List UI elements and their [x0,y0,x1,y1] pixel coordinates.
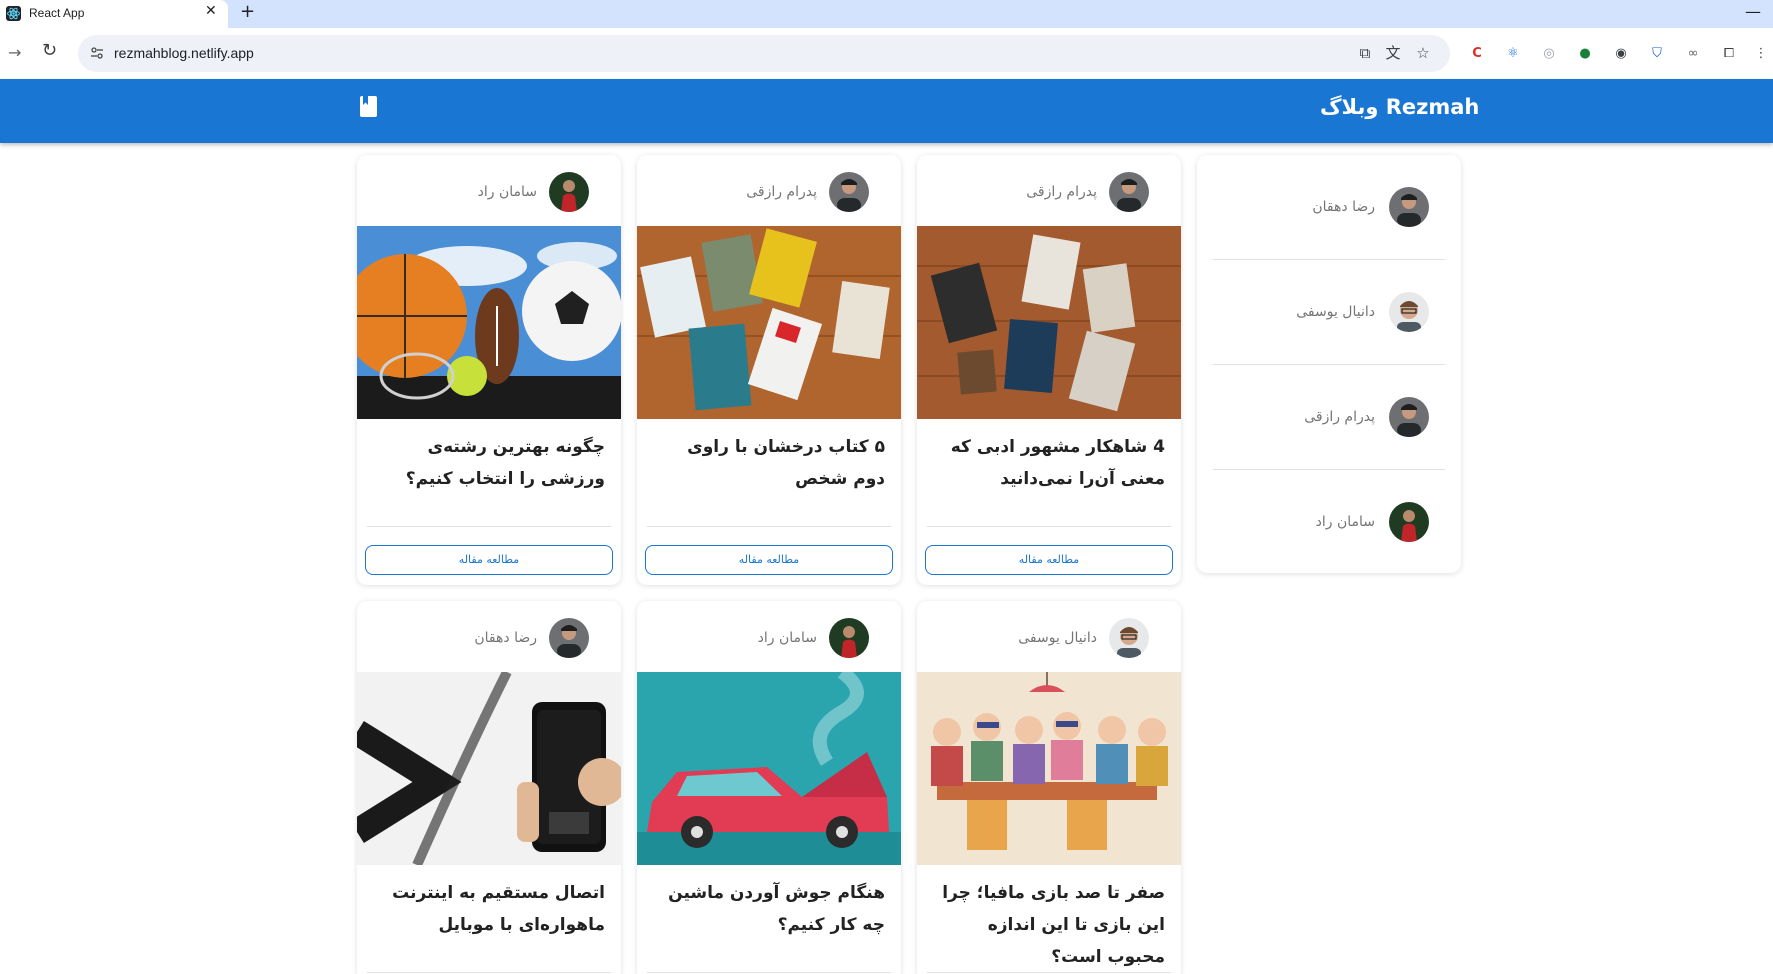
books-on-wood-image[interactable] [637,226,901,419]
close-tab-icon[interactable]: ✕ [205,3,217,19]
browser-menu-icon[interactable]: ⋮ [1752,45,1770,63]
extension-green-icon[interactable]: ● [1576,45,1594,63]
install-app-icon[interactable]: ⧉ [1356,44,1374,62]
article-title[interactable]: هنگام جوش آوردن ماشین چه کار کنیم؟ [651,877,885,941]
avatar [1389,502,1429,542]
author-name: سامان راد [757,630,817,646]
author-name: پدرام رازقی [746,184,817,200]
author-name: رضا دهقان [1312,199,1375,215]
avatar [829,172,869,212]
extensions-puzzle-icon[interactable]: ⧠ [1720,45,1738,63]
app-header: وبلاگ Rezmah [0,79,1773,143]
address-bar[interactable]: rezmahblog.netlify.app ⧉ 文 ☆ [78,35,1450,72]
mafia-game-illustration[interactable] [917,672,1181,865]
card-author[interactable]: پدرام رازقی [746,172,869,212]
avatar [549,618,589,658]
divider [367,972,611,973]
url-text[interactable]: rezmahblog.netlify.app [114,45,254,61]
avatar [1109,172,1149,212]
card-author[interactable]: رضا دهقان [474,618,589,658]
sports-balls-image[interactable] [357,226,621,419]
author-name: سامان راد [1315,514,1375,530]
extension-gray-icon[interactable]: ◎ [1540,45,1558,63]
minimize-window-button[interactable]: — [1745,2,1761,21]
translate-icon[interactable]: 文 [1384,44,1402,62]
extension-c-icon[interactable]: C [1468,45,1486,63]
card-author[interactable]: سامان راد [758,618,869,658]
extension-circle-icon[interactable]: ◉ [1612,45,1630,63]
sidebar-author[interactable]: دانیال یوسفی [1213,260,1445,364]
read-article-button[interactable]: مطالعه مقاله [645,545,893,575]
avatar [1389,397,1429,437]
browser-tab-bar: React App ✕ + — [0,0,1773,28]
card-author[interactable]: سامان راد [478,172,589,212]
forward-icon[interactable]: → [8,43,21,62]
author-name: رضا دهقان [474,630,537,646]
author-name: دانیال یوسفی [1018,630,1097,646]
browser-tab[interactable]: React App ✕ [0,0,228,28]
article-card: رضا دهقان اتصال مستقیم به اینترنت ماهوار… [357,601,621,974]
card-author[interactable]: دانیال یوسفی [1018,618,1149,658]
divider [647,526,891,527]
avatar [1389,292,1429,332]
books-on-wood-image[interactable] [917,226,1181,419]
authors-sidebar: رضا دهقان دانیال یوسفی پدرام رازقی سامان… [1197,155,1461,573]
sidebar-author[interactable]: پدرام رازقی [1213,365,1445,469]
read-article-button[interactable]: مطالعه مقاله [365,545,613,575]
author-name: پدرام رازقی [1026,184,1097,200]
author-name: سامان راد [477,184,537,200]
article-title[interactable]: 4 شاهکار مشهور ادبی که معنی آن‌را نمی‌دا… [931,431,1165,495]
divider [927,526,1171,527]
avatar [829,618,869,658]
extension-link-icon[interactable]: ∞ [1684,45,1702,63]
new-tab-button[interactable]: + [240,1,255,22]
article-card: سامان راد هنگام جوش آوردن ماشین چه کار ک… [637,601,901,974]
article-card: پدرام رازقی 4 شاهکار مشهور ادبی که معنی … [917,155,1181,585]
react-devtools-icon[interactable]: ⚛ [1504,45,1522,63]
book-icon[interactable] [360,96,377,117]
react-icon [6,6,21,21]
sidebar-author[interactable]: رضا دهقان [1213,155,1445,259]
article-title[interactable]: چگونه بهترین رشته‌ی ورزشی را انتخاب کنیم… [371,431,605,495]
divider [647,972,891,973]
avatar [549,172,589,212]
divider [927,972,1171,973]
avatar [1109,618,1149,658]
author-name: دانیال یوسفی [1296,304,1375,320]
reload-icon[interactable]: ↻ [42,40,57,61]
article-title[interactable]: اتصال مستقیم به اینترنت ماهواره‌ای با مو… [371,877,605,941]
browser-toolbar: → ↻ rezmahblog.netlify.app ⧉ 文 ☆ C ⚛ ◎ ●… [0,28,1773,79]
tab-title: React App [29,6,85,20]
article-card: سامان راد چگونه بهترین رشته‌ی ورزشی را ا… [357,155,621,585]
article-card: پدرام رازقی ۵ کتاب درخشان با راوی دوم شخ… [637,155,901,585]
article-title[interactable]: صفر تا صد بازی مافیا؛ چرا این بازی تا ای… [931,877,1165,973]
divider [367,526,611,527]
bookmark-star-icon[interactable]: ☆ [1414,44,1432,62]
sidebar-author[interactable]: سامان راد [1213,470,1445,574]
article-card: دانیال یوسفی صفر تا صد بازی مافیا؛ چرا ا… [917,601,1181,974]
shield-icon[interactable]: ⛉ [1648,45,1666,63]
site-info-icon[interactable] [90,46,104,60]
article-title[interactable]: ۵ کتاب درخشان با راوی دوم شخص [651,431,885,495]
card-author[interactable]: پدرام رازقی [1026,172,1149,212]
site-title[interactable]: وبلاگ Rezmah [1320,95,1479,119]
read-article-button[interactable]: مطالعه مقاله [925,545,1173,575]
starlink-phone-image[interactable] [357,672,621,865]
author-name: پدرام رازقی [1304,409,1375,425]
avatar [1389,187,1429,227]
overheating-car-illustration[interactable] [637,672,901,865]
